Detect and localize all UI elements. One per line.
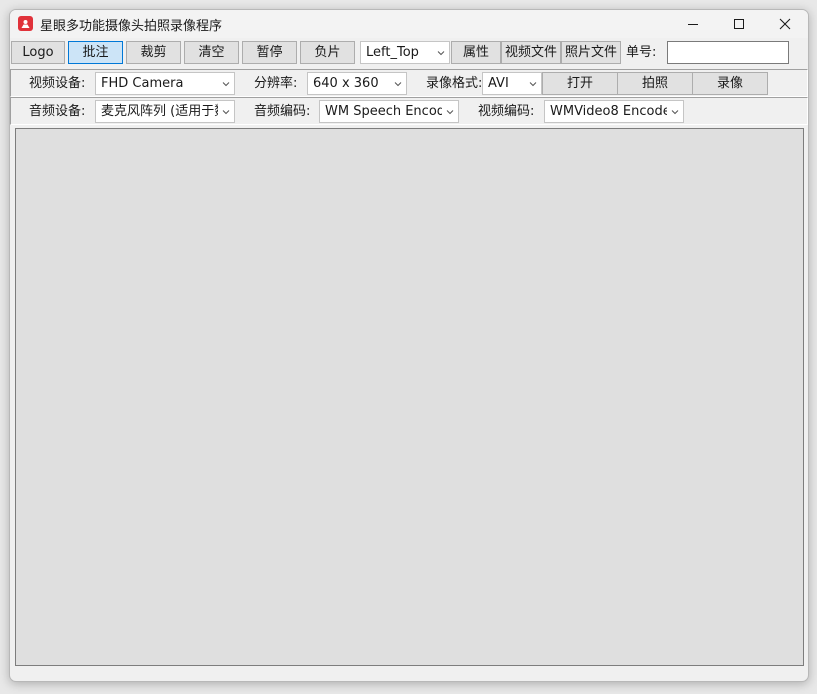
chevron-down-icon [671, 110, 679, 115]
video-device-label: 视频设备: [29, 76, 86, 91]
record-format-label: 录像格式: [426, 76, 483, 91]
order-no-label: 单号: [626, 45, 657, 60]
position-select[interactable]: Left_Top [360, 41, 450, 64]
maximize-icon [734, 19, 744, 29]
video-device-value: FHD Camera [101, 76, 184, 91]
main-window: 星眼多功能摄像头拍照录像程序 Logo 批注 裁剪 清空 暂停 负片 Left_… [9, 9, 809, 682]
chevron-down-icon [222, 110, 230, 115]
video-codec-label: 视频编码: [478, 104, 535, 119]
close-button[interactable] [762, 10, 808, 38]
record-format-value: AVI [488, 76, 509, 91]
minimize-icon [688, 24, 698, 25]
title-bar[interactable]: 星眼多功能摄像头拍照录像程序 [10, 10, 808, 38]
video-codec-select[interactable]: WMVideo8 Encoder [544, 100, 684, 123]
resolution-select[interactable]: 640 x 360 [307, 72, 407, 95]
minimize-button[interactable] [670, 10, 716, 38]
logo-button[interactable]: Logo [11, 41, 65, 64]
chevron-down-icon [437, 51, 445, 56]
crop-button[interactable]: 裁剪 [126, 41, 181, 64]
chevron-down-icon [529, 82, 537, 87]
video-file-button[interactable]: 视频文件 [501, 41, 561, 64]
audio-codec-select[interactable]: WM Speech Encoder [319, 100, 459, 123]
take-photo-button[interactable]: 拍照 [617, 72, 693, 95]
negative-button[interactable]: 负片 [300, 41, 355, 64]
order-no-input[interactable] [667, 41, 789, 64]
close-icon [779, 18, 791, 30]
app-camera-icon [18, 16, 33, 31]
maximize-button[interactable] [716, 10, 762, 38]
audio-device-label: 音频设备: [29, 104, 86, 119]
resolution-value: 640 x 360 [313, 76, 379, 91]
window-title: 星眼多功能摄像头拍照录像程序 [40, 19, 223, 34]
resolution-label: 分辨率: [254, 76, 298, 91]
position-select-value: Left_Top [366, 45, 419, 60]
open-camera-button[interactable]: 打开 [542, 72, 618, 95]
chevron-down-icon [222, 82, 230, 87]
audio-device-select[interactable]: 麦克风阵列 (适用于数 [95, 100, 235, 123]
clear-button[interactable]: 清空 [184, 41, 239, 64]
chevron-down-icon [446, 110, 454, 115]
audio-device-value: 麦克风阵列 (适用于数 [101, 104, 218, 119]
properties-button[interactable]: 属性 [451, 41, 501, 64]
video-codec-value: WMVideo8 Encoder [550, 104, 667, 119]
audio-codec-label: 音频编码: [254, 104, 311, 119]
photo-file-button[interactable]: 照片文件 [561, 41, 621, 64]
video-device-select[interactable]: FHD Camera [95, 72, 235, 95]
annotate-button[interactable]: 批注 [68, 41, 123, 64]
audio-codec-value: WM Speech Encoder [325, 104, 442, 119]
pause-button[interactable]: 暂停 [242, 41, 297, 64]
record-format-select[interactable]: AVI [482, 72, 542, 95]
chevron-down-icon [394, 82, 402, 87]
camera-preview-area[interactable] [15, 128, 804, 666]
record-video-button[interactable]: 录像 [692, 72, 768, 95]
